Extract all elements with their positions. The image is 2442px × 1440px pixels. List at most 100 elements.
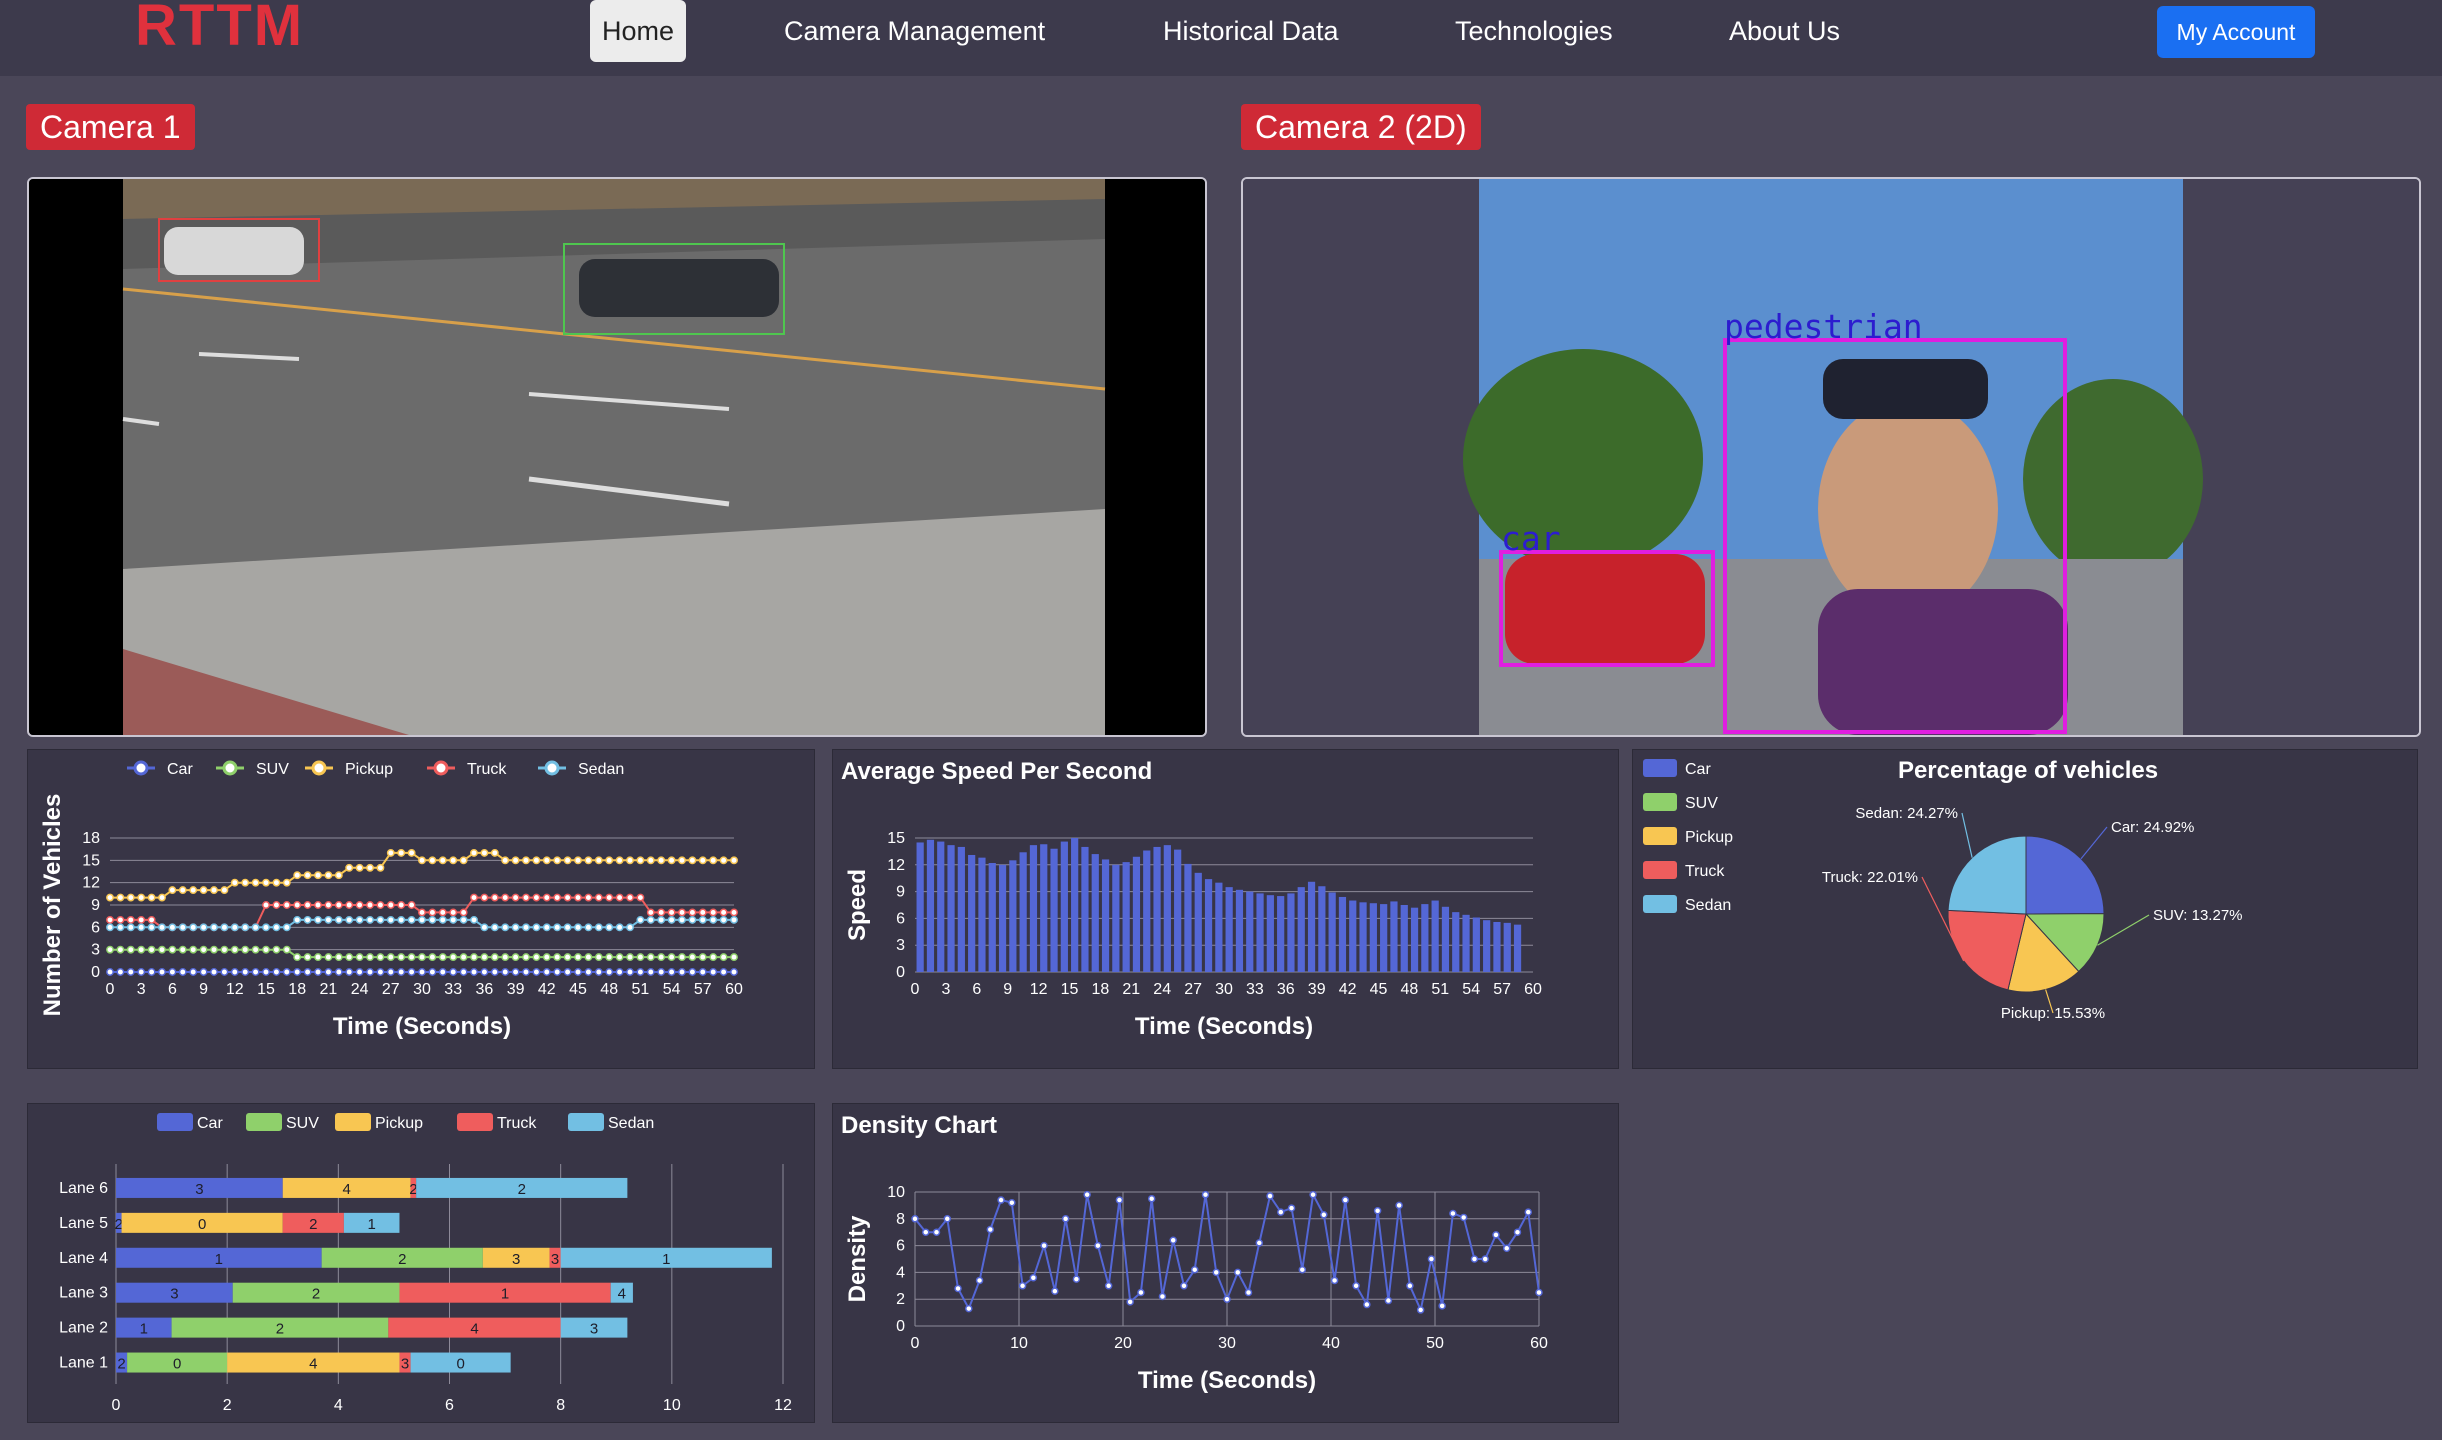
chart2-bar: [947, 845, 955, 972]
camera-1-feed[interactable]: [27, 177, 1207, 737]
chart1-point-pickup: [407, 848, 416, 857]
chart1-point-suv: [615, 953, 624, 962]
chart1-point-pickup: [688, 856, 697, 865]
chart1-point-car: [438, 968, 447, 976]
chart5-point: [1416, 1306, 1425, 1314]
chart1-legend-marker-suv: [222, 760, 238, 776]
chart3-leader-car: [2080, 826, 2108, 860]
chart1-xtick-label: 0: [106, 981, 115, 998]
chart1-point-car: [542, 968, 551, 976]
chart1-point-car: [376, 968, 385, 976]
chart1-point-sedan: [428, 915, 437, 924]
chart2-xtick-label: 42: [1339, 981, 1357, 998]
chart1-point-car: [272, 968, 281, 976]
chart1-point-pickup: [522, 856, 530, 865]
chart2-bar: [1431, 900, 1439, 972]
chart2-bar: [1421, 904, 1429, 972]
chart5-point: [1126, 1298, 1134, 1306]
chart2-xtick-label: 36: [1277, 981, 1295, 998]
chart4-category-label: Lane 6: [59, 1180, 108, 1197]
chart3-slice-label-sedan: Sedan: 24.27%: [1855, 805, 1958, 822]
chart2-xaxis-title: Time (Seconds): [1135, 1013, 1313, 1040]
chart1-xtick-label: 21: [320, 981, 338, 998]
chart5-point: [1481, 1255, 1489, 1263]
chart4-bar-label: 1: [215, 1251, 223, 1268]
logo[interactable]: RTTM: [135, 0, 304, 59]
chart1-point-pickup: [220, 886, 229, 895]
nav-about-us[interactable]: About Us: [1729, 0, 1840, 62]
chart1-point-sedan: [407, 915, 416, 924]
chart2-bar: [988, 863, 996, 972]
chart2-bar: [998, 864, 1007, 972]
chart1-point-car: [324, 968, 333, 976]
chart5-point: [911, 1215, 919, 1223]
chart1-point-car: [605, 968, 614, 976]
chart1-point-car: [678, 968, 686, 976]
chart5-point: [1244, 1288, 1253, 1297]
chart1-point-pickup: [719, 856, 728, 865]
camera-2-feed[interactable]: pedestrian car: [1241, 177, 2421, 737]
nav-home[interactable]: Home: [590, 0, 687, 62]
chart1-point-car: [189, 968, 198, 976]
chart1-xtick-label: 27: [382, 981, 400, 998]
chart1-point-suv: [698, 953, 707, 962]
chart1-point-car: [251, 968, 260, 976]
chart5-point: [975, 1276, 984, 1285]
chart3-legend-label-car: Car: [1685, 761, 1711, 778]
chart1-point-sedan: [470, 915, 478, 924]
chart1-point-sedan: [168, 923, 177, 932]
chart5-point: [1459, 1213, 1468, 1222]
chart1-point-suv: [532, 953, 541, 962]
chart2-bar: [1009, 860, 1017, 972]
chart5-point: [1298, 1265, 1307, 1274]
chart1-point-truck: [522, 893, 530, 902]
chart4-bar-label: 3: [401, 1356, 409, 1373]
chart1-xtick-label: 3: [137, 981, 146, 998]
chart5-point: [1061, 1215, 1070, 1223]
chart2-xtick-label: 51: [1431, 981, 1449, 998]
my-account-button[interactable]: My Account: [2157, 6, 2315, 58]
chart5-point: [1438, 1302, 1446, 1310]
chart5-xtick-label: 40: [1322, 1335, 1340, 1352]
chart5-point: [1309, 1190, 1317, 1199]
chart1-point-suv: [397, 953, 406, 962]
chart5-point: [1330, 1276, 1339, 1285]
chart1-point-truck: [293, 901, 302, 909]
chart1-point-car: [698, 968, 707, 976]
chart5-xtick-label: 60: [1530, 1335, 1548, 1352]
chart1-point-truck: [605, 893, 614, 902]
nav-technologies[interactable]: Technologies: [1455, 0, 1613, 62]
chart2-bar: [1462, 914, 1470, 972]
chart1-point-car: [241, 968, 250, 976]
chart2-xtick-label: 3: [941, 981, 950, 998]
chart2-bar: [926, 839, 935, 972]
camera-2-scene: [1243, 179, 2419, 735]
chart1-point-suv: [386, 953, 395, 962]
chart2-bar: [1256, 893, 1264, 972]
chart1-point-pickup: [563, 856, 572, 865]
nav-historical-data[interactable]: Historical Data: [1163, 0, 1339, 62]
chart1-point-sedan: [293, 915, 302, 924]
chart5-point: [1449, 1209, 1457, 1218]
chart1-point-pickup: [730, 856, 738, 865]
chart4-legend-label-car: Car: [197, 1115, 223, 1132]
chart1-ytick-label: 12: [82, 875, 100, 892]
chart4-bar-label: 0: [173, 1356, 181, 1373]
chart3-legend-swatch-pickup: [1643, 827, 1677, 845]
nav-camera-management[interactable]: Camera Management: [784, 0, 1045, 62]
chart1-point-car: [667, 968, 676, 976]
chart1-point-pickup: [314, 871, 322, 880]
chart1-point-car: [334, 968, 343, 976]
chart1-point-suv: [303, 953, 312, 962]
chart2-bar: [1174, 849, 1182, 972]
chart1-point-car: [501, 968, 510, 976]
chart5-point: [1083, 1190, 1091, 1199]
chart1-point-car: [594, 968, 603, 976]
chart1-point-sedan: [366, 915, 374, 924]
chart1-legend-label-sedan: Sedan: [578, 761, 624, 778]
chart1-point-suv: [241, 945, 250, 954]
chart2-ytick-label: 12: [887, 857, 905, 874]
chart1-point-suv: [553, 953, 562, 962]
chart1-point-suv: [438, 953, 447, 962]
chart1-point-suv: [116, 945, 125, 954]
